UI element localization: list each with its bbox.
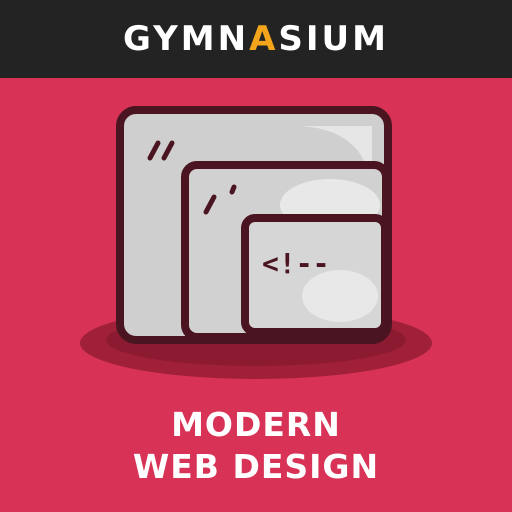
course-title-line-1: MODERN <box>171 405 341 444</box>
gymnasium-logo: GYMNASIUM <box>123 19 389 59</box>
brand-header: GYMNASIUM <box>0 0 512 78</box>
course-title-line-2: WEB DESIGN <box>132 447 380 486</box>
logo-text-suffix: SIUM <box>278 19 389 59</box>
course-title: MODERN WEB DESIGN <box>0 404 512 488</box>
logo-text-prefix: GYMN <box>123 19 250 59</box>
medium-window-mark-2 <box>229 184 237 195</box>
logo-text-accent: A <box>249 19 279 59</box>
code-comment-glyph: <!-- <box>262 247 329 280</box>
nested-browser-windows-icon: <!-- <box>80 106 432 379</box>
